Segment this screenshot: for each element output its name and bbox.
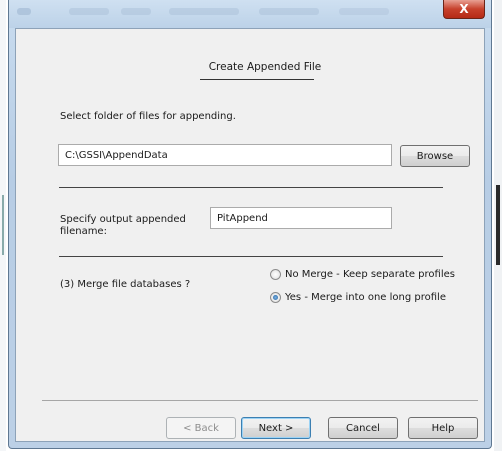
window-icon — [17, 8, 31, 15]
help-button[interactable]: Help — [408, 417, 478, 439]
title-blur — [169, 8, 239, 15]
background-accent — [2, 195, 4, 255]
radio-no-merge[interactable]: No Merge - Keep separate profiles — [270, 269, 455, 280]
output-filename-input[interactable] — [210, 207, 392, 229]
footer-separator — [42, 400, 478, 401]
close-button[interactable]: X — [443, 0, 485, 19]
dialog-window: X Create Appended File Select folder of … — [8, 0, 492, 449]
radio-checked-icon[interactable] — [270, 292, 281, 303]
folder-path-input[interactable] — [58, 144, 392, 166]
title-blur — [69, 8, 109, 15]
back-button[interactable]: < Back — [166, 417, 236, 439]
title-blur — [121, 8, 151, 15]
title-bar[interactable]: X — [9, 0, 491, 28]
close-icon: X — [459, 2, 469, 16]
title-blur — [259, 8, 319, 15]
separator — [59, 256, 443, 257]
dialog-client-area: Create Appended File Select folder of fi… — [15, 28, 485, 442]
folder-label: Select folder of files for appending. — [60, 111, 236, 122]
browse-button[interactable]: Browse — [400, 145, 470, 167]
separator — [59, 187, 443, 188]
background-accent — [496, 185, 500, 265]
page-title: Create Appended File — [208, 61, 322, 73]
radio-yes-merge-label: Yes - Merge into one long profile — [285, 292, 446, 303]
radio-yes-merge[interactable]: Yes - Merge into one long profile — [270, 292, 446, 303]
radio-unchecked-icon[interactable] — [270, 269, 281, 280]
background-left-strip — [0, 0, 6, 451]
background-right-strip — [494, 0, 502, 451]
radio-no-merge-label: No Merge - Keep separate profiles — [285, 269, 455, 280]
title-underline — [200, 79, 314, 80]
next-button[interactable]: Next > — [241, 417, 311, 439]
cancel-button[interactable]: Cancel — [328, 417, 398, 439]
output-label-line1: Specify output appended — [60, 214, 186, 225]
title-blur — [339, 8, 389, 15]
merge-label: (3) Merge file databases ? — [60, 279, 191, 290]
output-label-line2: filename: — [60, 226, 107, 237]
